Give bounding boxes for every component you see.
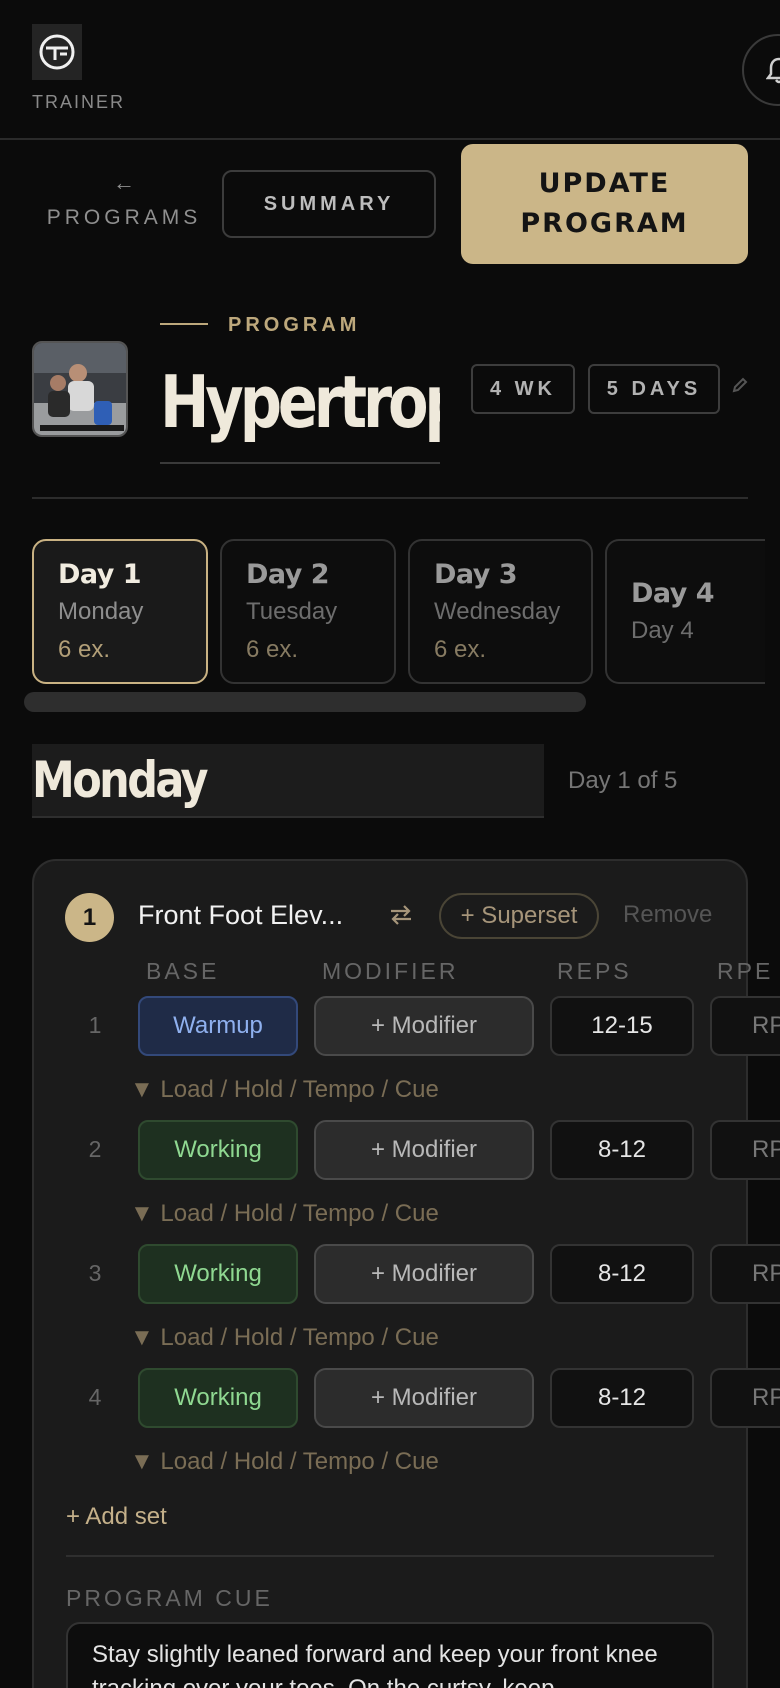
set-base-selector[interactable]: Warmup [138, 996, 298, 1056]
day-tab-weekday: Monday [58, 598, 144, 625]
reps-input[interactable]: 8-12 [550, 1120, 694, 1180]
add-modifier-button[interactable]: + Modifier [314, 1120, 534, 1180]
set-number: 1 [88, 1012, 102, 1038]
set-details-toggle[interactable]: ▼ Load / Hold / Tempo / Cue [130, 1200, 439, 1228]
set-base-selector[interactable]: Working [138, 1244, 298, 1304]
program-cue-textarea[interactable]: Stay slightly leaned forward and keep yo… [66, 1622, 714, 1688]
top-bar [0, 0, 780, 140]
column-header-modifier: MODIFIER [322, 958, 459, 984]
column-header-rpe: RPE [717, 958, 774, 984]
pencil-icon[interactable] [731, 376, 749, 399]
column-header-reps: REPS [557, 958, 632, 984]
day-tab-name: Day 1 [58, 559, 142, 590]
card-divider [66, 1555, 714, 1557]
day-tab-4[interactable]: Day 4 Day 4 [605, 539, 765, 684]
program-title-field[interactable]: Hypertrophy [160, 352, 440, 464]
back-label: PROGRAMS [46, 206, 202, 229]
back-arrow-icon: ← [113, 170, 135, 195]
program-eyebrow: PROGRAM [228, 314, 361, 336]
day-tab-weekday: Day 4 [631, 617, 694, 644]
reps-input[interactable]: 12-15 [550, 996, 694, 1056]
eyebrow-rule [160, 323, 208, 325]
program-thumbnail[interactable] [32, 341, 128, 437]
bell-icon [766, 57, 780, 84]
day-tab-name: Day 4 [631, 578, 715, 609]
logo-icon[interactable] [32, 24, 82, 80]
exercise-name[interactable]: Front Foot Elev... [138, 900, 343, 931]
set-number: 4 [88, 1384, 102, 1410]
weeks-chip[interactable]: 4 WK [471, 364, 575, 414]
day-tab-3[interactable]: Day 3 Wednesday 6 ex. [408, 539, 593, 684]
reps-input[interactable]: 8-12 [550, 1368, 694, 1428]
rpe-input[interactable]: RPE [710, 1120, 780, 1180]
add-modifier-button[interactable]: + Modifier [314, 1244, 534, 1304]
set-base-selector[interactable]: Working [138, 1368, 298, 1428]
rpe-input[interactable]: RPE [710, 996, 780, 1056]
day-tabs-scrollbar[interactable] [24, 692, 586, 712]
day-tab-2[interactable]: Day 2 Tuesday 6 ex. [220, 539, 396, 684]
role-label: TRAINER [32, 92, 126, 112]
add-modifier-button[interactable]: + Modifier [314, 1368, 534, 1428]
reps-input[interactable]: 8-12 [550, 1244, 694, 1304]
summary-button[interactable]: SUMMARY [222, 170, 436, 238]
day-counter: Day 1 of 5 [568, 767, 678, 794]
add-set-button[interactable]: + Add set [66, 1503, 167, 1531]
days-chip[interactable]: 5 DAYS [588, 364, 720, 414]
section-divider [32, 497, 748, 499]
swap-arrows-icon[interactable] [388, 903, 414, 932]
program-title: Hypertrophy [160, 360, 440, 444]
back-to-programs-link[interactable]: ← PROGRAMS [44, 172, 204, 230]
set-details-toggle[interactable]: ▼ Load / Hold / Tempo / Cue [130, 1076, 439, 1104]
day-title-field[interactable]: Monday [32, 744, 544, 818]
remove-exercise-link[interactable]: Remove [623, 901, 712, 929]
day-tab-1[interactable]: Day 1 Monday 6 ex. [32, 539, 208, 684]
update-program-button[interactable]: UPDATE PROGRAM [461, 144, 748, 264]
rpe-input[interactable]: RPE [710, 1368, 780, 1428]
day-tab-name: Day 3 [434, 559, 518, 590]
set-number: 2 [88, 1136, 102, 1162]
column-header-base: BASE [146, 958, 220, 984]
exercise-index-badge: 1 [65, 893, 114, 942]
day-tab-count: 6 ex. [58, 636, 111, 663]
day-tab-weekday: Tuesday [246, 598, 338, 625]
set-number: 3 [88, 1260, 102, 1286]
set-base-selector[interactable]: Working [138, 1120, 298, 1180]
day-tab-weekday: Wednesday [434, 598, 561, 625]
day-tab-name: Day 2 [246, 559, 330, 590]
day-title: Monday [32, 751, 209, 809]
set-details-toggle[interactable]: ▼ Load / Hold / Tempo / Cue [130, 1448, 439, 1476]
set-details-toggle[interactable]: ▼ Load / Hold / Tempo / Cue [130, 1324, 439, 1352]
day-tab-count: 6 ex. [434, 636, 487, 663]
program-cue-label: PROGRAM CUE [66, 1585, 273, 1611]
add-modifier-button[interactable]: + Modifier [314, 996, 534, 1056]
add-superset-button[interactable]: + Superset [439, 893, 599, 939]
rpe-input[interactable]: RPE [710, 1244, 780, 1304]
day-tab-count: 6 ex. [246, 636, 299, 663]
